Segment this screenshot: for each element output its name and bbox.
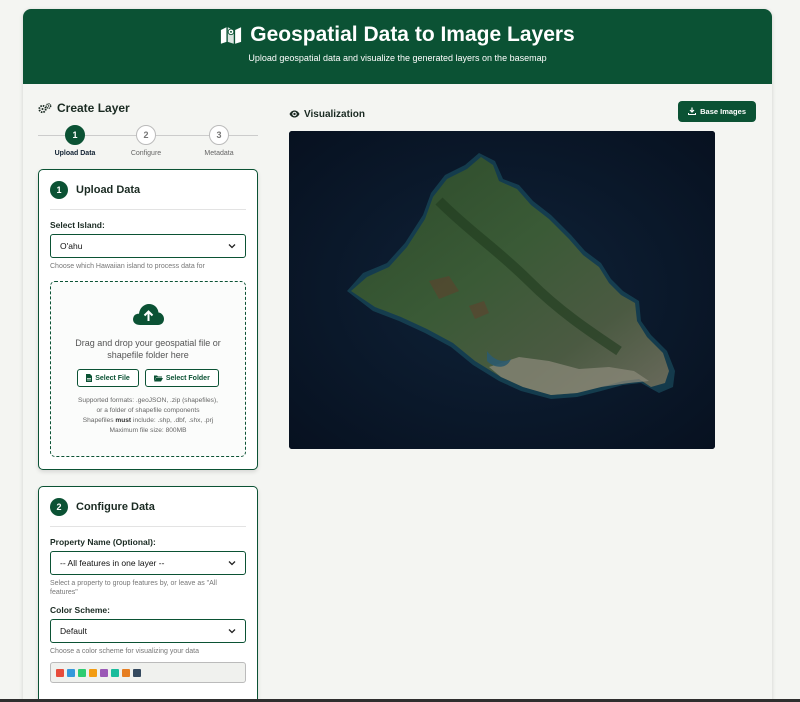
drop-zone-text: Drag and drop your geospatial file or sh… <box>75 338 221 360</box>
page-title-row: Geospatial Data to Image Layers <box>23 23 772 47</box>
shp-must: must <box>115 417 132 424</box>
visualization-heading: Visualization <box>289 109 365 120</box>
configure-data-card: 2 Configure Data Property Name (Optional… <box>38 486 258 702</box>
create-layer-title: Create Layer <box>57 101 130 115</box>
page-header: Geospatial Data to Image Layers Upload g… <box>23 9 772 84</box>
color-swatch <box>89 668 97 677</box>
max-file-size: Maximum file size: 800MB <box>109 427 187 434</box>
color-swatch <box>133 668 141 677</box>
file-icon <box>86 374 93 382</box>
upload-card-header: 1 Upload Data <box>50 181 246 210</box>
cloud-upload-icon <box>133 304 164 325</box>
upload-card-title: Upload Data <box>76 184 141 196</box>
stepper: 1 Upload Data 2 Configure 3 Metadata <box>38 125 258 161</box>
color-swatch <box>67 668 75 677</box>
step-label: Configure <box>130 150 162 157</box>
property-hint: Select a property to group features by, … <box>50 580 217 596</box>
step-metadata[interactable]: 3 Metadata <box>189 125 249 157</box>
color-swatch <box>56 668 64 677</box>
color-scheme-hint: Choose a color scheme for visualizing yo… <box>50 648 200 655</box>
app-window: Geospatial Data to Image Layers Upload g… <box>23 9 772 702</box>
oahu-satellite-image <box>289 131 715 449</box>
property-name-select[interactable]: -- All features in one layer -- <box>50 551 246 575</box>
file-drop-zone[interactable]: Drag and drop your geospatial file or sh… <box>50 281 246 457</box>
formats-line-1: Supported formats: .geoJSON, .zip (shape… <box>78 397 218 404</box>
base-images-button[interactable]: Base Images <box>678 100 756 122</box>
basemap-view[interactable] <box>289 131 715 449</box>
select-file-label: Select File <box>95 374 130 382</box>
color-scheme-label: Color Scheme: <box>50 605 110 615</box>
select-island-label: Select Island: <box>50 220 105 230</box>
configure-card-title: Configure Data <box>76 501 155 513</box>
chevron-down-icon <box>228 561 236 566</box>
page-subtitle: Upload geospatial data and visualize the… <box>248 53 547 63</box>
color-swatch <box>100 668 108 677</box>
base-images-label: Base Images <box>700 106 746 116</box>
property-name-label: Property Name (Optional): <box>50 537 156 547</box>
drop-zone-buttons: Select File Select Folder <box>51 369 245 387</box>
step-number: 2 <box>136 125 156 145</box>
step-upload-data[interactable]: 1 Upload Data <box>45 125 105 157</box>
island-select-value: O'ahu <box>60 241 83 251</box>
supported-formats: Supported formats: .geoJSON, .zip (shape… <box>51 396 245 436</box>
island-hint: Choose which Hawaiian island to process … <box>50 263 205 270</box>
shapefile-requirements: Shapefiles must include: .shp, .dbf, .sh… <box>51 416 245 426</box>
island-select[interactable]: O'ahu <box>50 234 246 258</box>
color-swatch <box>122 668 130 677</box>
upload-card-number: 1 <box>50 181 68 199</box>
visualization-header: Visualization Base Images <box>289 100 759 122</box>
folder-open-icon <box>153 375 163 381</box>
step-label: Metadata <box>204 150 234 157</box>
shp-post: include: .shp, .dbf, .shx, .prj <box>132 417 214 424</box>
gears-icon <box>38 102 52 113</box>
download-icon <box>688 107 697 115</box>
eye-icon <box>289 110 300 118</box>
color-scheme-value: Default <box>60 626 87 636</box>
color-scheme-select[interactable]: Default <box>50 619 246 643</box>
page-title: Geospatial Data to Image Layers <box>250 23 575 46</box>
select-folder-button[interactable]: Select Folder <box>144 369 219 387</box>
visualization-title: Visualization <box>304 108 365 120</box>
visualization-panel: Visualization Base Images <box>289 100 759 449</box>
color-swatch <box>78 668 86 677</box>
step-number: 3 <box>209 125 229 145</box>
step-number: 1 <box>65 125 85 145</box>
map-icon <box>221 26 242 44</box>
color-swatch-preview <box>50 662 246 683</box>
step-label: Upload Data <box>54 150 96 157</box>
select-file-button[interactable]: Select File <box>77 369 139 387</box>
property-select-value: -- All features in one layer -- <box>60 558 165 568</box>
step-configure[interactable]: 2 Configure <box>116 125 176 157</box>
configure-card-number: 2 <box>50 498 68 516</box>
shp-pre: Shapefiles <box>82 417 114 424</box>
select-folder-label: Select Folder <box>165 374 210 382</box>
configure-card-header: 2 Configure Data <box>50 498 246 527</box>
formats-line-2: or a folder of shapefile components <box>96 407 200 414</box>
create-layer-panel: Create Layer 1 Upload Data 2 Configure 3… <box>38 101 258 702</box>
upload-data-card: 1 Upload Data Select Island: O'ahu Choos… <box>38 169 258 470</box>
color-swatch <box>111 668 119 677</box>
chevron-down-icon <box>228 244 236 249</box>
chevron-down-icon <box>228 629 236 634</box>
create-layer-heading: Create Layer <box>38 101 258 115</box>
